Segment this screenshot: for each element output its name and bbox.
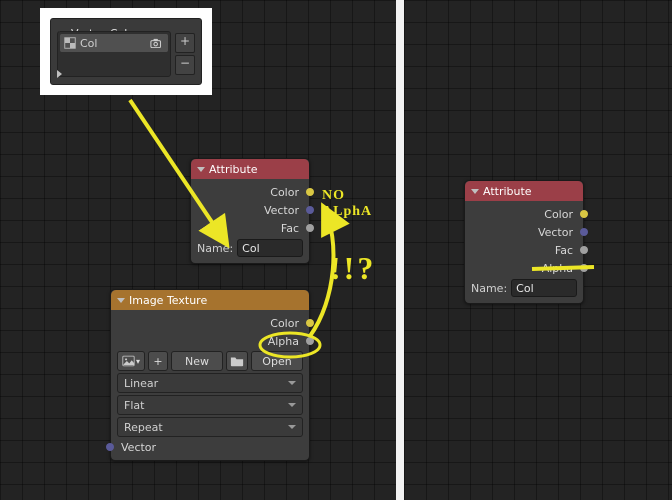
- attribute-name-field[interactable]: Col: [237, 239, 303, 257]
- node-header-attribute[interactable]: Attribute: [465, 181, 583, 201]
- image-browse-button[interactable]: ▾: [117, 351, 145, 371]
- output-vector[interactable]: Vector: [465, 223, 583, 241]
- annotation-exclaim: !!?: [330, 250, 376, 287]
- open-button[interactable]: Open: [251, 351, 303, 371]
- node-collapse-icon[interactable]: [117, 298, 125, 303]
- chevron-down-icon: [288, 403, 296, 407]
- node-collapse-icon[interactable]: [471, 189, 479, 194]
- socket-icon[interactable]: [306, 337, 314, 345]
- socket-icon[interactable]: [580, 228, 588, 236]
- list-item[interactable]: Col: [60, 34, 168, 52]
- name-label: Name:: [197, 242, 233, 255]
- new-image-plus-button[interactable]: +: [148, 351, 168, 371]
- attribute-node[interactable]: Attribute Color Vector Fac Alpha: [464, 180, 584, 304]
- list-item-name: Col: [80, 37, 97, 50]
- chevron-down-icon: [288, 381, 296, 385]
- output-color[interactable]: Color: [191, 183, 309, 201]
- socket-icon[interactable]: [580, 210, 588, 218]
- output-fac[interactable]: Fac: [191, 219, 309, 237]
- node-header-image-texture[interactable]: Image Texture: [111, 290, 309, 310]
- vertex-colors-list[interactable]: Col: [57, 31, 171, 77]
- node-title: Attribute: [483, 185, 532, 198]
- new-button[interactable]: New: [171, 351, 223, 371]
- vertex-colors-panel: Vertex Colors Col + −: [50, 18, 202, 85]
- socket-icon[interactable]: [106, 443, 114, 451]
- socket-icon[interactable]: [306, 188, 314, 196]
- node-title: Image Texture: [129, 294, 207, 307]
- attribute-name-field[interactable]: Col: [511, 279, 577, 297]
- projection-select[interactable]: Flat: [117, 395, 303, 415]
- output-alpha[interactable]: Alpha: [111, 332, 309, 350]
- socket-icon[interactable]: [306, 319, 314, 327]
- chevron-down-icon: [288, 425, 296, 429]
- output-color[interactable]: Color: [111, 314, 309, 332]
- socket-icon[interactable]: [306, 224, 314, 232]
- open-folder-icon-button[interactable]: [226, 351, 248, 371]
- image-icon: [122, 354, 135, 368]
- socket-icon[interactable]: [580, 246, 588, 254]
- socket-icon[interactable]: [580, 264, 588, 272]
- output-vector[interactable]: Vector: [191, 201, 309, 219]
- add-button[interactable]: +: [175, 33, 195, 53]
- node-title: Attribute: [209, 163, 258, 176]
- annotation-no-alpha: NO ALphA: [322, 188, 396, 220]
- attribute-node[interactable]: Attribute Color Vector Fac Name:: [190, 158, 310, 264]
- input-vector[interactable]: Vector: [111, 438, 309, 456]
- remove-button[interactable]: −: [175, 55, 195, 75]
- interpolation-select[interactable]: Linear: [117, 373, 303, 393]
- camera-icon[interactable]: [150, 38, 164, 49]
- name-label: Name:: [471, 282, 507, 295]
- node-header-attribute[interactable]: Attribute: [191, 159, 309, 179]
- output-fac[interactable]: Fac: [465, 241, 583, 259]
- output-color[interactable]: Color: [465, 205, 583, 223]
- image-texture-node[interactable]: Image Texture Color Alpha ▾ +: [110, 289, 310, 461]
- socket-icon[interactable]: [306, 206, 314, 214]
- folder-icon: [230, 355, 244, 367]
- extension-select[interactable]: Repeat: [117, 417, 303, 437]
- panel-footer-disclosure[interactable]: [57, 70, 62, 78]
- vcol-swatch-icon: [64, 37, 76, 49]
- output-alpha[interactable]: Alpha: [465, 259, 583, 277]
- node-collapse-icon[interactable]: [197, 167, 205, 172]
